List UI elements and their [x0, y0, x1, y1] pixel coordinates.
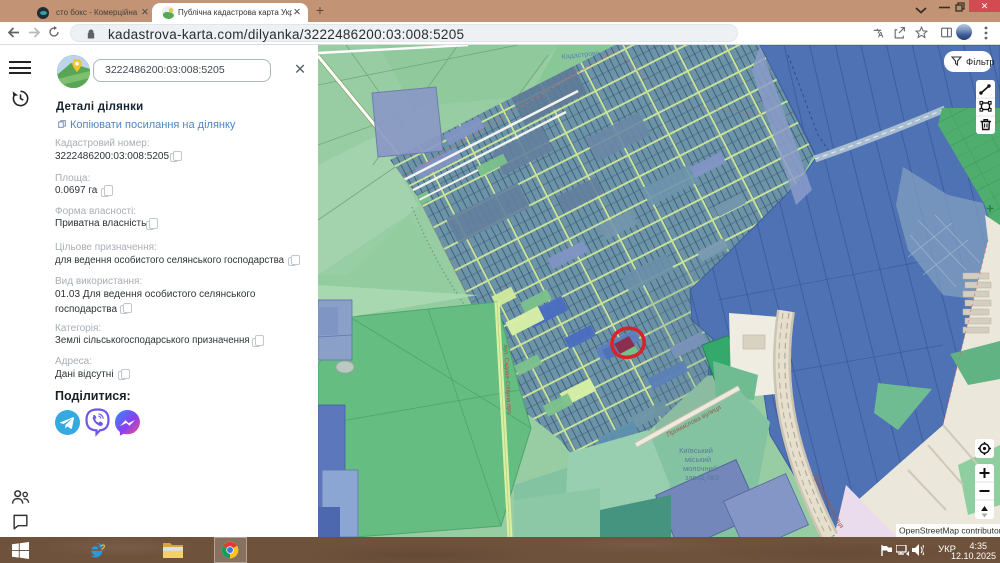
- svg-text:OpenStreetMap contributors: OpenStreetMap contributors: [899, 526, 1000, 536]
- svg-text:молочний: молочний: [683, 464, 717, 473]
- svg-text:Київський: Київський: [679, 446, 713, 455]
- svg-text:міський: міський: [685, 455, 711, 464]
- svg-text:Фільтр: Фільтр: [966, 57, 995, 68]
- svg-text:завод №3: завод №3: [685, 473, 719, 482]
